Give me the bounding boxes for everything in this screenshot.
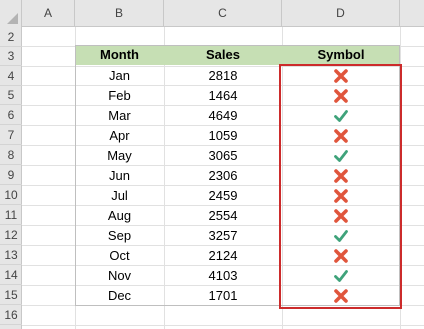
month-cell[interactable]: May: [75, 146, 164, 166]
sales-cell[interactable]: 2124: [164, 246, 282, 266]
month-cell[interactable]: Apr: [75, 126, 164, 146]
row-header[interactable]: 4: [0, 66, 22, 86]
row-header[interactable]: 7: [0, 125, 22, 145]
row-header[interactable]: 15: [0, 285, 22, 305]
row-header[interactable]: 6: [0, 105, 22, 125]
month-cell[interactable]: Oct: [75, 246, 164, 266]
select-all-corner[interactable]: [0, 0, 22, 27]
select-all-triangle-icon: [7, 13, 18, 24]
sales-cell[interactable]: 2818: [164, 66, 282, 86]
sales-cell[interactable]: 4649: [164, 106, 282, 126]
sales-cell[interactable]: 4103: [164, 266, 282, 286]
row-header[interactable]: 16: [0, 305, 22, 325]
sales-cell[interactable]: 2459: [164, 186, 282, 206]
row-header[interactable]: 12: [0, 225, 22, 245]
row-header-bar: 2 3 4 5 6 7 8 9 10 11 12 13 14 15 16: [0, 27, 22, 329]
sales-cell[interactable]: 1059: [164, 126, 282, 146]
row-header[interactable]: 3: [0, 46, 22, 66]
column-header-d[interactable]: D: [282, 0, 400, 27]
gridline: [22, 325, 424, 326]
sales-cell[interactable]: 2306: [164, 166, 282, 186]
row-header[interactable]: 14: [0, 265, 22, 285]
column-header-bar: A B C D: [0, 0, 424, 27]
header-month[interactable]: Month: [75, 45, 164, 65]
table-border: [75, 45, 76, 306]
month-cell[interactable]: Sep: [75, 226, 164, 246]
month-cell[interactable]: Dec: [75, 286, 164, 306]
symbol-highlight-box: [279, 64, 402, 309]
row-header[interactable]: 11: [0, 205, 22, 225]
header-sales[interactable]: Sales: [164, 45, 282, 65]
table-border: [75, 45, 400, 46]
sales-cell[interactable]: 3257: [164, 226, 282, 246]
sales-cell[interactable]: 1464: [164, 86, 282, 106]
month-cell[interactable]: Feb: [75, 86, 164, 106]
column-header-c[interactable]: C: [164, 0, 282, 27]
sales-cell[interactable]: 1701: [164, 286, 282, 306]
sales-cell[interactable]: 2554: [164, 206, 282, 226]
header-symbol[interactable]: Symbol: [282, 45, 400, 65]
month-cell[interactable]: Aug: [75, 206, 164, 226]
month-cell[interactable]: Jun: [75, 166, 164, 186]
column-header-b[interactable]: B: [75, 0, 164, 27]
month-cell[interactable]: Jul: [75, 186, 164, 206]
row-header[interactable]: 5: [0, 85, 22, 105]
row-header[interactable]: 8: [0, 145, 22, 165]
row-header[interactable]: 13: [0, 245, 22, 265]
sales-cell[interactable]: 3065: [164, 146, 282, 166]
row-header[interactable]: 10: [0, 185, 22, 205]
month-cell[interactable]: Mar: [75, 106, 164, 126]
month-cell[interactable]: Nov: [75, 266, 164, 286]
row-header[interactable]: 2: [0, 27, 22, 47]
month-cell[interactable]: Jan: [75, 66, 164, 86]
row-header[interactable]: 9: [0, 165, 22, 185]
column-header-a[interactable]: A: [22, 0, 75, 27]
